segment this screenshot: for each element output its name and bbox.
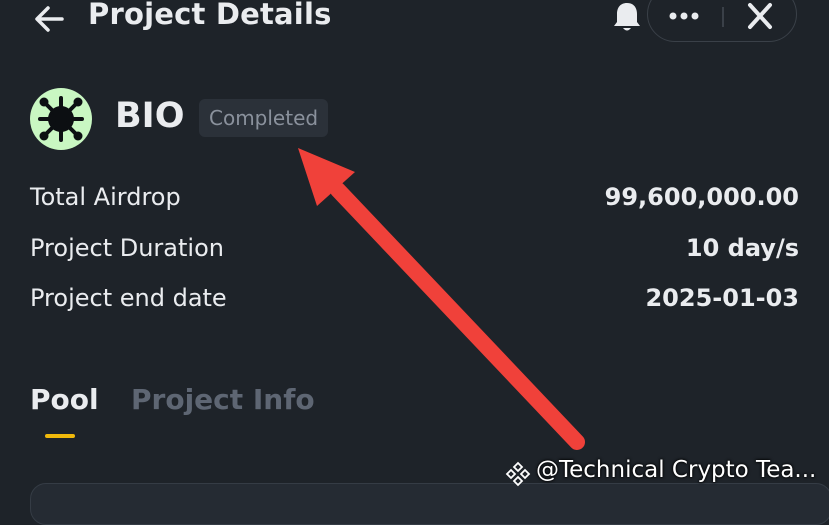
- actions-divider: [722, 7, 724, 27]
- token-logo: [30, 88, 92, 150]
- close-button[interactable]: [740, 1, 780, 31]
- more-button[interactable]: [660, 1, 708, 31]
- project-duration-value: 10 day/s: [685, 234, 799, 262]
- header-bar: Project Details: [0, 0, 829, 50]
- arrow-left-icon: [35, 6, 64, 32]
- watermark-text: @Technical Crypto Tea...: [536, 457, 817, 483]
- project-end-date-label: Project end date: [30, 284, 227, 312]
- bio-logo-icon: [38, 96, 84, 142]
- back-button[interactable]: [30, 2, 70, 36]
- token-name: BIO: [115, 96, 185, 136]
- status-badge: Completed: [199, 99, 329, 137]
- bell-icon: [614, 3, 640, 31]
- notification-button[interactable]: [609, 0, 645, 34]
- binance-square-icon: [505, 461, 531, 487]
- project-end-date-value: 2025-01-03: [645, 284, 799, 312]
- tab-project-info[interactable]: Project Info: [131, 383, 315, 416]
- total-airdrop-value: 99,600,000.00: [604, 183, 799, 211]
- pool-card[interactable]: [30, 483, 829, 525]
- project-duration-label: Project Duration: [30, 234, 224, 262]
- total-airdrop-label: Total Airdrop: [30, 183, 181, 211]
- close-icon: [748, 3, 772, 29]
- header-actions-pill: [647, 0, 797, 42]
- active-tab-indicator: [45, 434, 75, 438]
- tab-pool[interactable]: Pool: [30, 383, 99, 416]
- page-title: Project Details: [88, 0, 332, 31]
- more-horizontal-icon: [669, 12, 699, 20]
